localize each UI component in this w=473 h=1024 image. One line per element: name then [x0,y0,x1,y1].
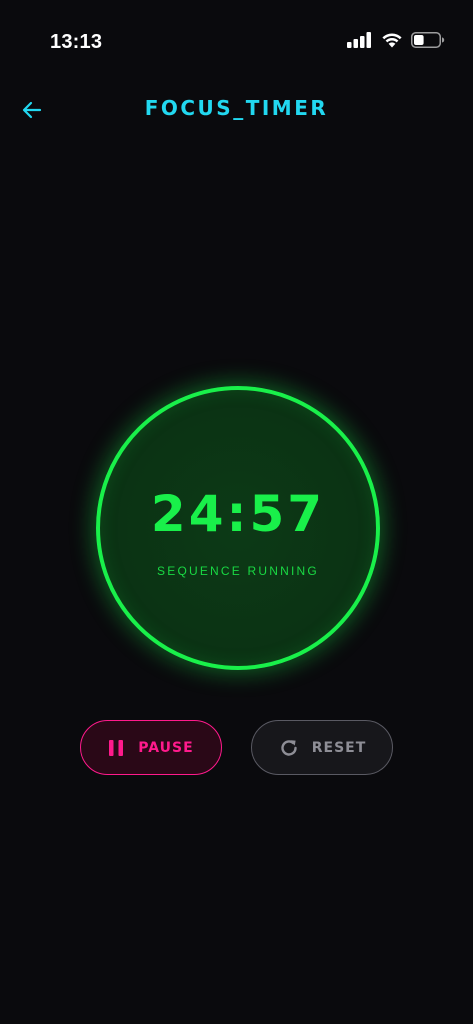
status-bar: 13:13 [0,0,473,86]
status-time: 13:13 [50,31,103,53]
refresh-icon [281,739,297,756]
timer-value: 24:57 [150,485,326,543]
status-icons [347,32,445,48]
timer-ring: 24:57 SEQUENCE RUNNING [96,386,380,670]
page-title: FOCUS_TIMER [144,96,329,120]
pause-label: PAUSE [138,739,194,756]
battery-icon [411,32,445,48]
reset-label: RESET [311,739,367,756]
timer-controls: PAUSE RESET [80,720,393,777]
reset-button[interactable]: RESET [251,720,393,775]
pause-icon [109,739,124,756]
timer-status: SEQUENCE RUNNING [157,564,319,578]
focus-timer-screen: 13:13 FOCUS_TIMER 24:57 SEQUENCE RUNNING… [0,0,473,1024]
signal-icon [347,32,371,48]
pause-button[interactable]: PAUSE [80,720,222,775]
header: FOCUS_TIMER [0,84,473,134]
wifi-icon [382,33,402,48]
